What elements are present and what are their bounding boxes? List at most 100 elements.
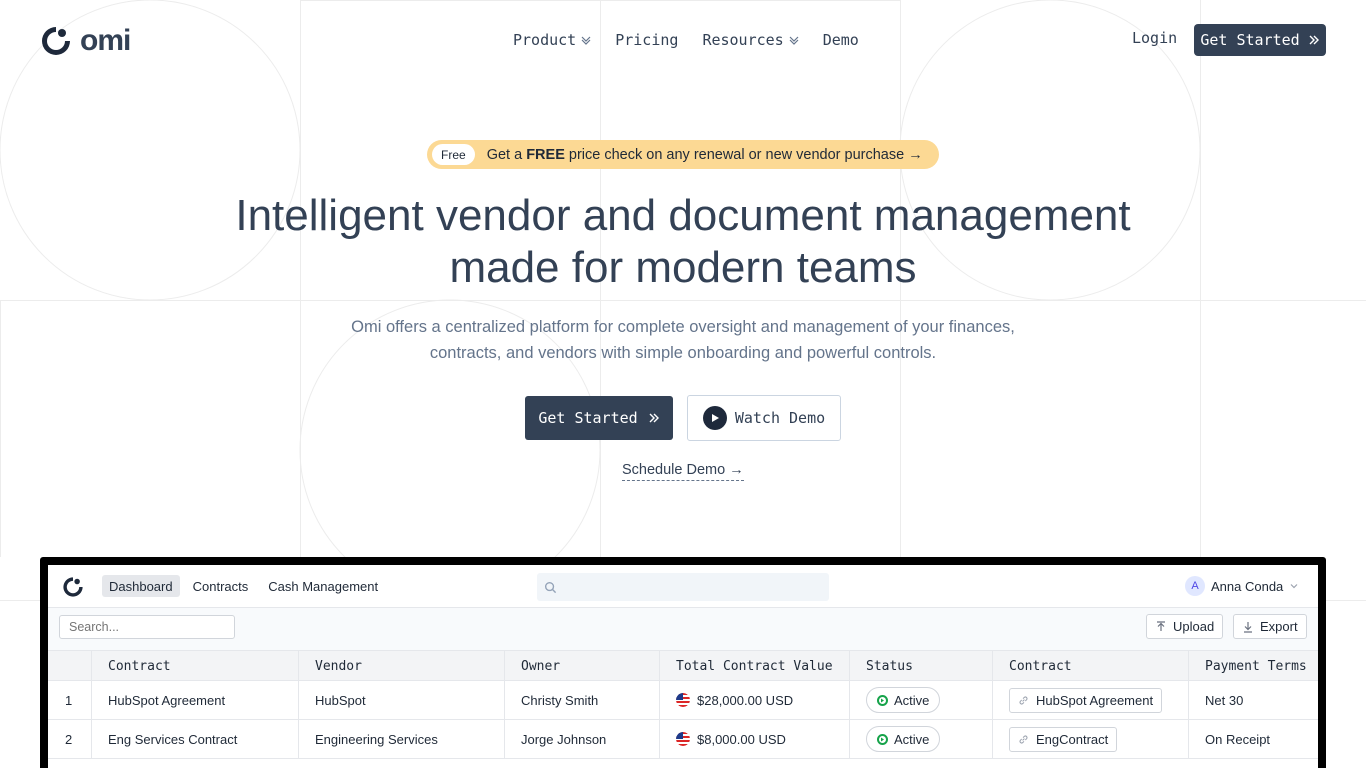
schedule-demo-link[interactable]: Schedule Demo →	[622, 462, 744, 481]
status-label: Active	[894, 731, 930, 747]
value-text: $28,000.00 USD	[697, 692, 794, 708]
cell-status: Active	[849, 681, 992, 719]
column-header-contract[interactable]: Contract	[91, 651, 298, 681]
get-started-button[interactable]: Get Started	[525, 396, 673, 440]
omi-logo-icon	[42, 27, 70, 55]
column-header-total-value[interactable]: Total Contract Value	[659, 651, 849, 681]
omi-logo[interactable]: omi	[40, 24, 131, 58]
nav-pricing[interactable]: Pricing	[615, 29, 678, 51]
cell-owner[interactable]: Christy Smith	[504, 681, 659, 719]
tab-cash-management[interactable]: Cash Management	[261, 575, 385, 597]
promo-text-bold: FREE	[526, 146, 565, 163]
table-header: Contract Vendor Owner Total Contract Val…	[48, 651, 1318, 681]
nav-demo[interactable]: Demo	[823, 29, 859, 51]
contract-file-chip[interactable]: HubSpot Agreement	[1009, 687, 1163, 713]
status-active-icon	[877, 694, 888, 706]
cell-total-value[interactable]: $8,000.00 USD	[659, 720, 849, 758]
table-row[interactable]: 1 HubSpot Agreement HubSpot Christy Smit…	[48, 681, 1318, 720]
app-tabs: Dashboard Contracts Cash Management	[102, 575, 385, 597]
column-header-contract-file[interactable]: Contract	[992, 651, 1188, 681]
cell-payment-terms[interactable]: Net 30	[1188, 681, 1318, 719]
nav-pricing-label: Pricing	[615, 31, 679, 49]
status-active-icon	[877, 733, 888, 745]
column-header-payment-terms[interactable]: Payment Terms	[1188, 651, 1318, 681]
hero-subtitle-line1: Omi offers a centralized platform for co…	[351, 318, 1015, 336]
upload-label: Upload	[1173, 619, 1215, 634]
free-badge: Free	[432, 144, 475, 165]
row-number: 1	[65, 692, 73, 708]
cell-contract[interactable]: Eng Services Contract	[91, 720, 298, 758]
contract-file-chip[interactable]: EngContract	[1009, 726, 1118, 752]
status-label: Active	[894, 692, 930, 708]
double-chevron-right-icon	[649, 413, 659, 423]
promo-text-end: price check on any renewal or new vendor…	[564, 146, 923, 163]
cell-status: Active	[849, 720, 992, 758]
cell-contract[interactable]: HubSpot Agreement	[91, 681, 298, 719]
contract-file-name: HubSpot Agreement	[1036, 692, 1154, 708]
nav-resources[interactable]: Resources	[702, 29, 799, 51]
app-topbar: Dashboard Contracts Cash Management A An…	[48, 565, 1318, 608]
get-started-label: Get Started	[538, 409, 638, 427]
cell-payment-terms[interactable]: On Receipt	[1188, 720, 1318, 758]
search-icon	[544, 581, 557, 593]
tab-contracts[interactable]: Contracts	[186, 575, 256, 597]
nav-product-label: Product	[513, 31, 577, 49]
tab-dashboard[interactable]: Dashboard	[102, 575, 180, 597]
column-header-vendor[interactable]: Vendor	[298, 651, 504, 681]
get-started-header-label: Get Started	[1200, 31, 1300, 49]
promo-text-start: Get a	[486, 146, 527, 163]
avatar: A	[1185, 576, 1205, 596]
table-row[interactable]: 2 Eng Services Contract Engineering Serv…	[48, 720, 1318, 759]
download-icon	[1244, 621, 1252, 633]
main-nav: Product Pricing Resources Demo	[513, 29, 859, 51]
hero-subtitle: Omi offers a centralized platform for co…	[0, 314, 1366, 366]
cell-contract-file: HubSpot Agreement	[992, 681, 1188, 719]
cell-vendor[interactable]: HubSpot	[298, 681, 504, 719]
double-chevron-right-icon	[1309, 35, 1319, 45]
us-flag-icon	[676, 693, 690, 707]
column-header-owner[interactable]: Owner	[504, 651, 659, 681]
hero-title: Intelligent vendor and document manageme…	[0, 190, 1366, 294]
export-label: Export	[1260, 619, 1298, 634]
upload-icon	[1157, 620, 1165, 631]
nav-demo-label: Demo	[822, 31, 859, 49]
cell-total-value[interactable]: $28,000.00 USD	[659, 681, 849, 719]
cell-owner[interactable]: Jorge Johnson	[504, 720, 659, 758]
upload-button[interactable]: Upload	[1146, 614, 1224, 639]
column-header-status[interactable]: Status	[849, 651, 992, 681]
user-menu[interactable]: A Anna Conda	[1185, 576, 1299, 596]
chevron-down-icon	[581, 36, 591, 45]
watch-demo-button[interactable]: Watch Demo	[687, 395, 841, 441]
us-flag-icon	[676, 732, 690, 746]
app-preview: Dashboard Contracts Cash Management A An…	[48, 565, 1318, 768]
table-search-input[interactable]	[59, 615, 235, 639]
export-button[interactable]: Export	[1233, 614, 1307, 639]
cell-contract-file: EngContract	[992, 720, 1188, 758]
link-icon	[1019, 696, 1028, 704]
contract-file-name: EngContract	[1036, 731, 1109, 747]
table-toolbar: Upload Export	[48, 608, 1318, 651]
omi-logo-icon[interactable]	[62, 576, 84, 598]
chevron-down-icon	[789, 36, 799, 45]
watch-demo-label: Watch Demo	[734, 409, 826, 427]
get-started-header-button[interactable]: Get Started	[1194, 24, 1326, 56]
chevron-down-icon	[1290, 584, 1298, 589]
promo-banner[interactable]: Free Get a FREE price check on any renew…	[427, 140, 939, 169]
row-number: 2	[65, 731, 73, 747]
promo-text: Get a FREE price check on any renewal or…	[487, 147, 923, 163]
contracts-table: Contract Vendor Owner Total Contract Val…	[48, 651, 1318, 759]
nav-resources-label: Resources	[702, 31, 784, 49]
user-name: Anna Conda	[1211, 578, 1284, 594]
status-badge[interactable]: Active	[866, 687, 941, 713]
value-text: $8,000.00 USD	[697, 731, 786, 747]
hero-title-line2: made for modern teams	[449, 243, 917, 292]
login-link[interactable]: Login	[1132, 29, 1177, 47]
hero-title-line1: Intelligent vendor and document manageme…	[235, 191, 1131, 240]
play-icon	[702, 406, 727, 430]
app-search-input[interactable]	[537, 573, 829, 601]
nav-product[interactable]: Product	[513, 29, 591, 51]
link-icon	[1019, 735, 1028, 743]
hero-subtitle-line2: contracts, and vendors with simple onboa…	[429, 344, 937, 362]
cell-vendor[interactable]: Engineering Services	[298, 720, 504, 758]
status-badge[interactable]: Active	[866, 726, 941, 752]
